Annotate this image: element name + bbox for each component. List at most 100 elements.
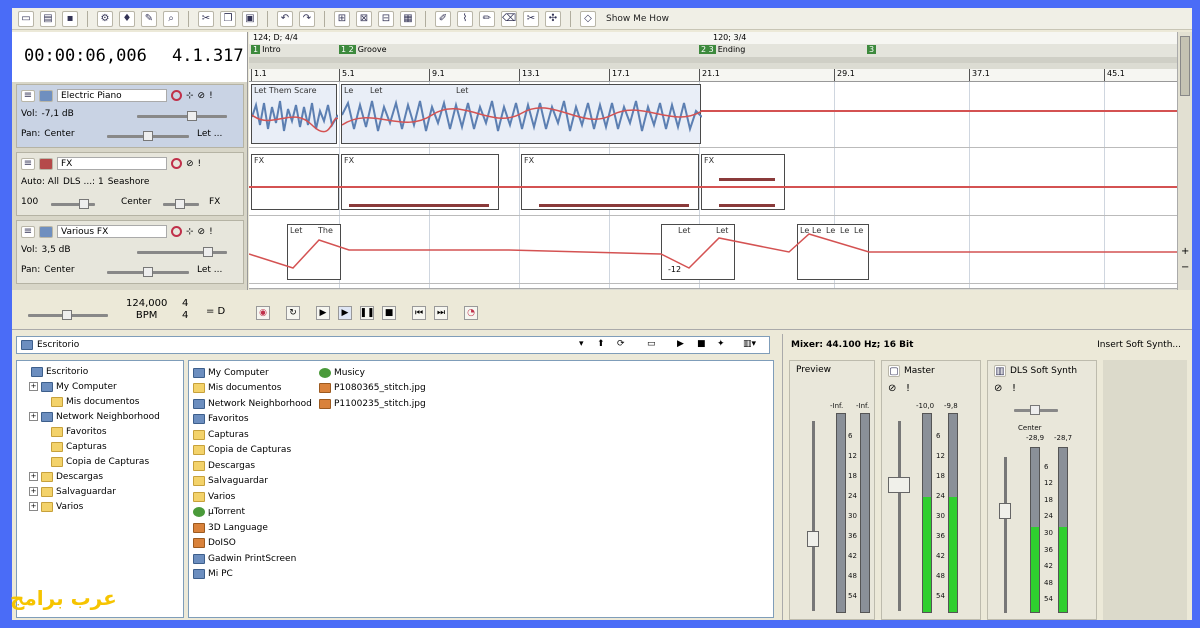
bpm-display[interactable]: 124,000 BPM bbox=[126, 298, 167, 322]
file-item[interactable]: Gadwin PrintScreen bbox=[193, 551, 296, 566]
master-fader[interactable] bbox=[888, 421, 910, 611]
automation-icon[interactable]: ⊹ bbox=[186, 227, 194, 237]
address-bar[interactable]: Escritorio ▾ ⬆ ⟳ ▭ ▶ ■ ✦ ▥▾ bbox=[16, 336, 770, 354]
preview-play-icon[interactable]: ▶ bbox=[677, 339, 684, 349]
solo-icon[interactable]: ! bbox=[1012, 383, 1016, 394]
midi-event[interactable]: FX bbox=[251, 154, 339, 210]
audio-event[interactable]: Let Them Scare bbox=[251, 84, 338, 144]
tree-item[interactable]: Mis documentos bbox=[19, 394, 181, 409]
file-item[interactable]: Network Neighborhood bbox=[193, 396, 312, 411]
file-item[interactable]: P1080365_stitch.jpg bbox=[319, 381, 426, 396]
marker-intro[interactable]: 1 Intro bbox=[251, 45, 281, 54]
rate-slider-thumb[interactable] bbox=[62, 310, 72, 320]
loop-button[interactable]: ↻ bbox=[286, 306, 300, 320]
preview-fader[interactable] bbox=[807, 421, 819, 611]
solo-icon[interactable]: ! bbox=[209, 227, 213, 237]
preview-stop-icon[interactable]: ■ bbox=[697, 339, 706, 349]
snap-icon[interactable]: ⊞ bbox=[334, 10, 350, 27]
show-me-how-icon[interactable]: ◇ bbox=[580, 10, 596, 27]
file-item[interactable]: P1100235_stitch.jpg bbox=[319, 396, 426, 411]
tree-item[interactable]: + Network Neighborhood bbox=[19, 409, 181, 424]
mute-icon[interactable]: ⊘ bbox=[198, 91, 206, 101]
import-icon[interactable]: ✎ bbox=[141, 10, 157, 27]
properties-icon[interactable]: ⚙ bbox=[97, 10, 113, 27]
file-item[interactable]: Descargas bbox=[193, 458, 255, 473]
open-icon[interactable]: ▤ bbox=[40, 10, 56, 27]
volume-slider[interactable] bbox=[51, 199, 95, 209]
arm-record-icon[interactable] bbox=[171, 158, 182, 169]
paste-icon[interactable]: ▣ bbox=[242, 10, 258, 27]
arm-record-icon[interactable] bbox=[171, 226, 182, 237]
pan-slider[interactable] bbox=[107, 267, 189, 277]
track-name[interactable]: FX bbox=[57, 157, 167, 170]
automation-label[interactable]: Auto: All bbox=[21, 177, 59, 187]
fx-chain-label[interactable]: Let ... bbox=[197, 265, 222, 275]
file-item[interactable]: Capturas bbox=[193, 427, 249, 442]
copy-icon[interactable]: ❐ bbox=[220, 10, 236, 27]
pan-slider-thumb[interactable] bbox=[143, 131, 153, 141]
fader-thumb[interactable] bbox=[999, 503, 1011, 519]
marker-groove[interactable]: 1 2 Groove bbox=[339, 45, 387, 54]
volume-envelope[interactable] bbox=[249, 218, 1177, 284]
instrument-label[interactable]: Seashore bbox=[108, 177, 150, 187]
track-name[interactable]: Electric Piano bbox=[57, 89, 167, 102]
pan-slider[interactable] bbox=[1014, 405, 1058, 415]
address-value[interactable]: Escritorio bbox=[37, 340, 79, 350]
solo-icon[interactable]: ! bbox=[906, 383, 910, 394]
track-min-icon[interactable]: ≡ bbox=[21, 157, 35, 170]
midi-event[interactable]: FX bbox=[341, 154, 499, 210]
go-to-start-button[interactable]: ⏮ bbox=[412, 306, 426, 320]
auto-preview-icon[interactable]: ✦ bbox=[717, 339, 725, 349]
expand-toggle-icon[interactable]: + bbox=[29, 472, 38, 481]
search-icon[interactable]: ⌕ bbox=[163, 10, 179, 27]
master-rate-slider[interactable] bbox=[28, 310, 108, 320]
up-folder-icon[interactable]: ⬆ bbox=[597, 339, 605, 349]
marker-end[interactable]: 3 bbox=[867, 45, 877, 54]
synth-label[interactable]: DLS ...: 1 bbox=[63, 177, 104, 187]
volume-slider-thumb[interactable] bbox=[203, 247, 213, 257]
draw-tool-icon[interactable]: ✏ bbox=[479, 10, 495, 27]
file-item[interactable]: Mi PC bbox=[193, 567, 233, 582]
tree-item[interactable]: + Salvaguardar bbox=[19, 484, 181, 499]
pan-slider-thumb[interactable] bbox=[1030, 405, 1040, 415]
midi-event[interactable]: FX bbox=[521, 154, 699, 210]
expand-toggle-icon[interactable]: + bbox=[29, 487, 38, 496]
pan-slider-thumb[interactable] bbox=[175, 199, 185, 209]
fader-thumb[interactable] bbox=[807, 531, 819, 547]
file-item[interactable]: Favoritos bbox=[193, 412, 249, 427]
new-icon[interactable]: ▭ bbox=[18, 10, 34, 27]
volume-slider-thumb[interactable] bbox=[79, 199, 89, 209]
file-item[interactable]: Musicy bbox=[319, 365, 365, 380]
track-electric-piano[interactable]: ≡ Electric Piano ⊹ ⊘ ! Vol: -7,1 dB Pan:… bbox=[16, 84, 244, 148]
tree-item[interactable]: Copia de Capturas bbox=[19, 454, 181, 469]
tree-item[interactable]: + My Computer bbox=[19, 379, 181, 394]
file-item[interactable]: µTorrent bbox=[193, 505, 245, 520]
auto-ripple-icon[interactable]: ⊠ bbox=[356, 10, 372, 27]
record-button[interactable]: ◉ bbox=[256, 306, 270, 320]
lock-envelopes-icon[interactable]: ⊟ bbox=[378, 10, 394, 27]
play-from-start-button[interactable]: ▶ bbox=[316, 306, 330, 320]
file-item[interactable]: My Computer bbox=[193, 365, 269, 380]
file-item[interactable]: Mis documentos bbox=[193, 381, 281, 396]
mute-icon[interactable]: ⊘ bbox=[994, 383, 1002, 394]
split-icon[interactable]: ✂ bbox=[523, 10, 539, 27]
automation-icon[interactable]: ⊹ bbox=[186, 91, 194, 101]
solo-icon[interactable]: ! bbox=[198, 159, 202, 169]
grid-icon[interactable]: ▦ bbox=[400, 10, 416, 27]
dls-fader[interactable] bbox=[999, 457, 1011, 613]
file-item[interactable]: Varios bbox=[193, 489, 235, 504]
new-folder-icon[interactable]: ▭ bbox=[647, 339, 656, 349]
undo-icon[interactable]: ↶ bbox=[277, 10, 293, 27]
fx-chain-label[interactable]: FX bbox=[209, 197, 220, 207]
go-to-end-button[interactable]: ⏭ bbox=[434, 306, 448, 320]
tree-item[interactable]: Escritorio bbox=[19, 364, 181, 379]
fx-chain-label[interactable]: Let ... bbox=[197, 129, 222, 139]
show-me-how-label[interactable]: Show Me How bbox=[606, 14, 669, 24]
expand-toggle-icon[interactable]: + bbox=[29, 412, 38, 421]
pan-slider-thumb[interactable] bbox=[143, 267, 153, 277]
track-name[interactable]: Various FX bbox=[57, 225, 167, 238]
mute-icon[interactable]: ⊘ bbox=[198, 227, 206, 237]
refresh-icon[interactable]: ⟳ bbox=[617, 339, 625, 349]
insert-soft-synth-button[interactable]: Insert Soft Synth... bbox=[1097, 340, 1181, 350]
trim-icon[interactable]: ✣ bbox=[545, 10, 561, 27]
